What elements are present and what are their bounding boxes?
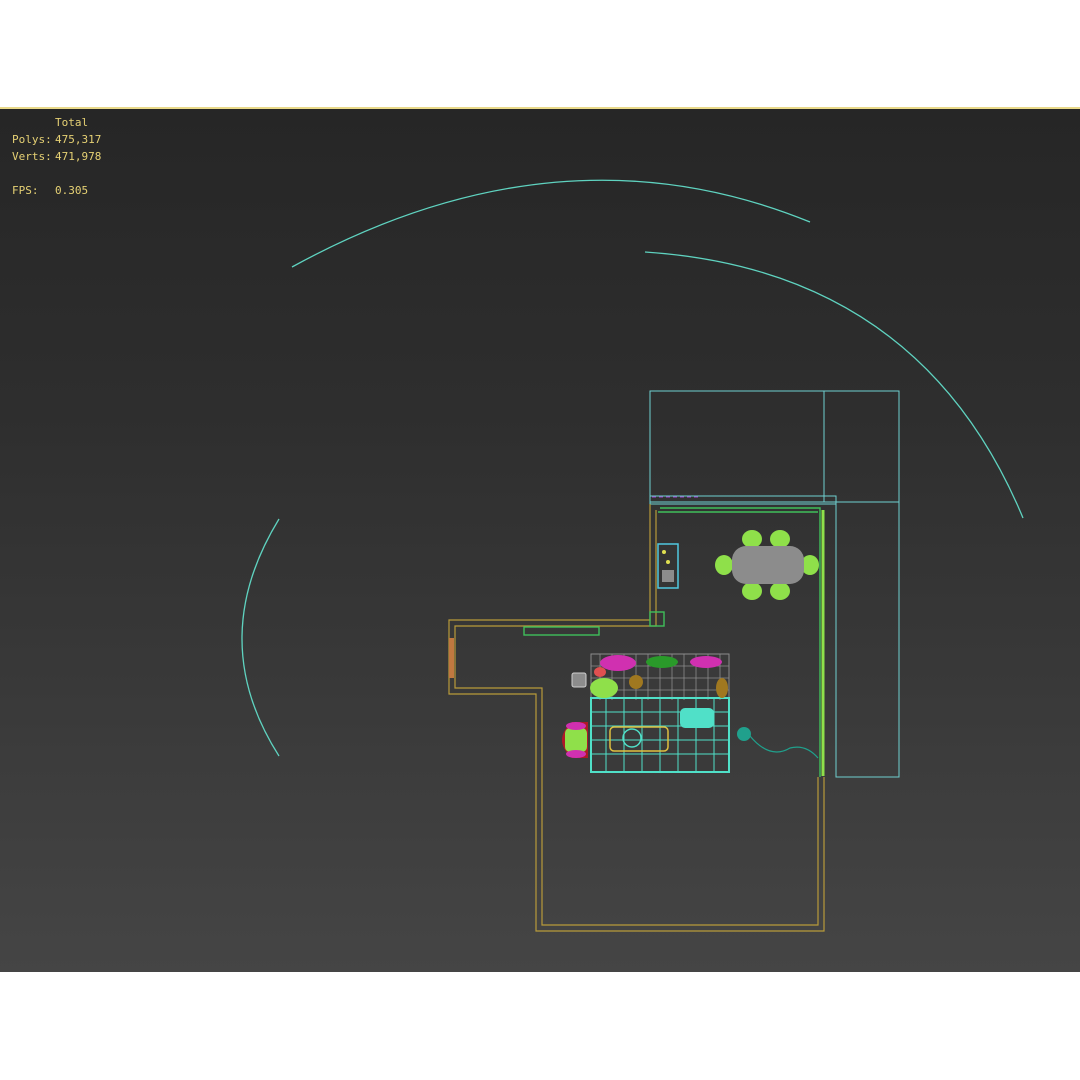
- chair-1: [742, 530, 762, 548]
- kitchen-counter: [657, 543, 679, 589]
- chair-4: [770, 582, 790, 600]
- box-right: [835, 501, 900, 778]
- camera-arc-left: [241, 518, 280, 757]
- chair-5: [715, 555, 733, 575]
- door: [449, 638, 454, 678]
- screenshot-frame: Total Polys: 475,317 Verts: 471,978 FPS: 0.…: [0, 0, 1080, 1080]
- camera-arc-top: [291, 179, 811, 268]
- camera-arc-right: [644, 251, 1024, 519]
- armchair: [562, 722, 588, 758]
- dining-table: [732, 546, 804, 584]
- window-wall: [523, 626, 600, 636]
- 3d-viewport[interactable]: Total Polys: 475,317 Verts: 471,978 FPS: 0.…: [0, 107, 1080, 972]
- dining-set: [715, 530, 819, 600]
- chair-2: [770, 530, 790, 548]
- box-inner: [649, 495, 837, 505]
- box-upper: [649, 390, 900, 503]
- living-area: [571, 653, 819, 773]
- chair-3: [742, 582, 762, 600]
- floorplan-scene[interactable]: [0, 107, 1080, 972]
